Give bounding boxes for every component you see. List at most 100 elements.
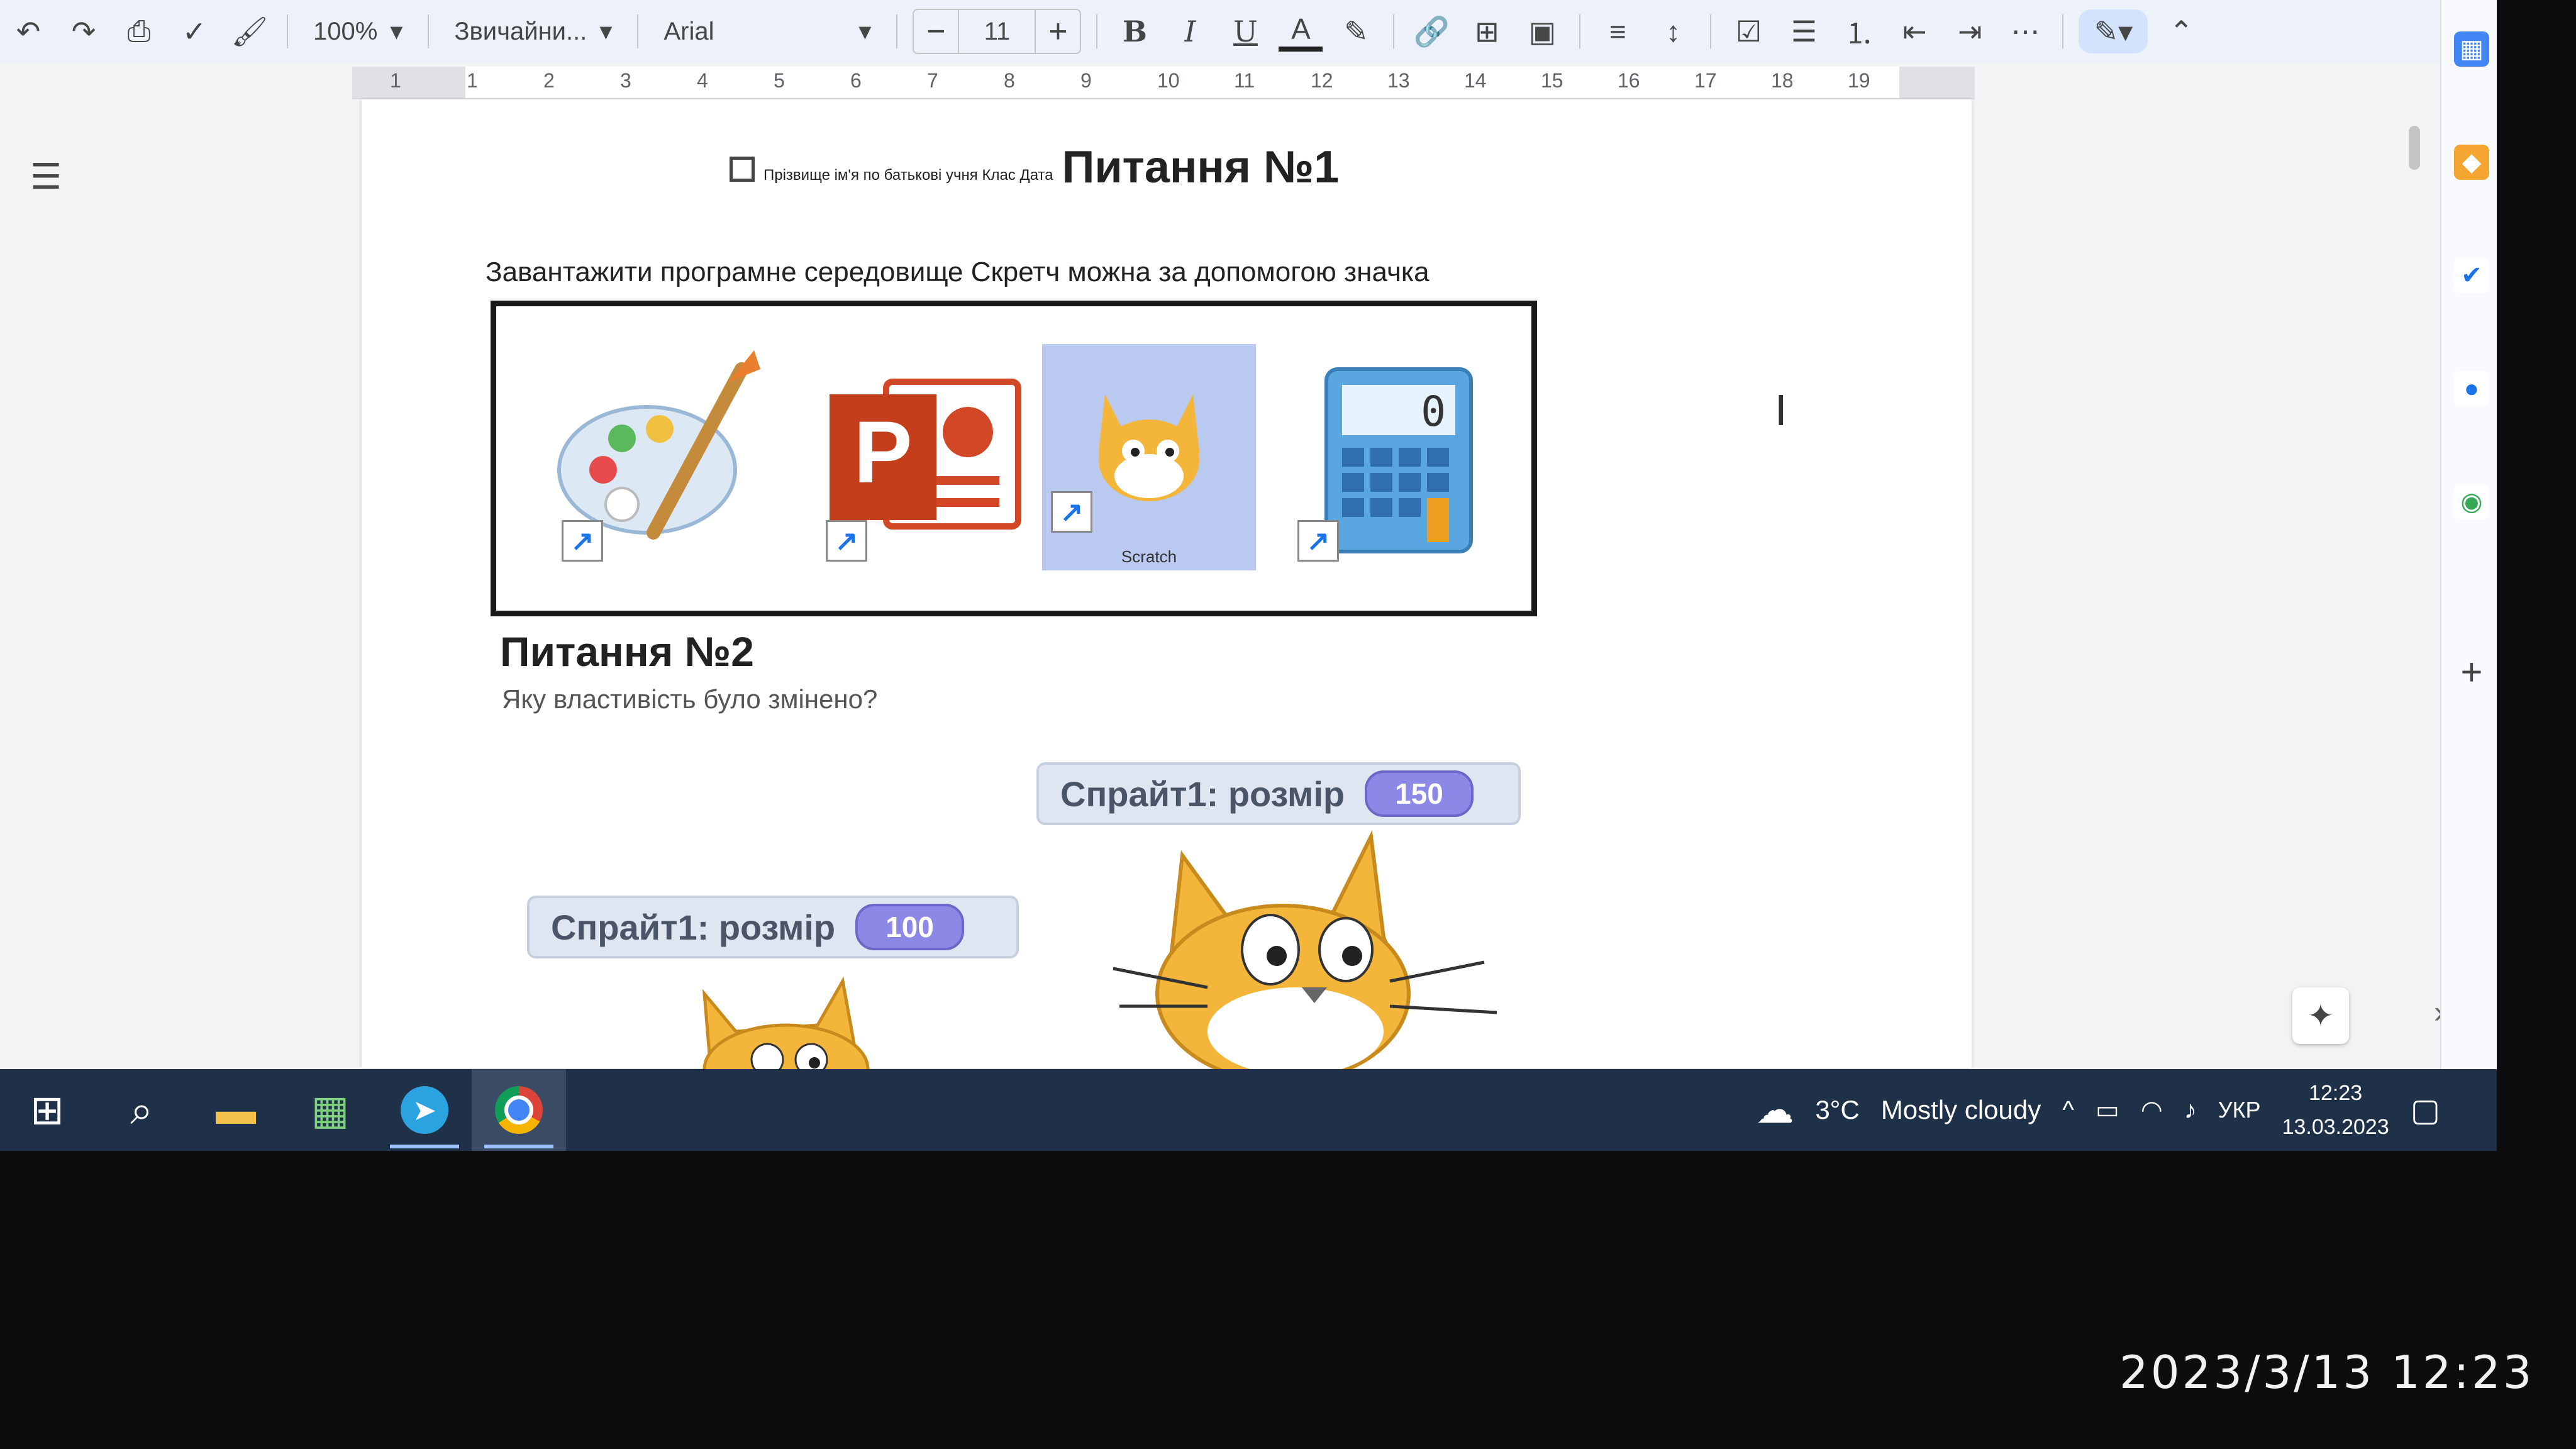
underline-button[interactable]: U bbox=[1223, 9, 1267, 53]
checklist-icon[interactable]: ☑ bbox=[1726, 9, 1770, 53]
undo-icon[interactable]: ↶ bbox=[6, 9, 50, 53]
text-color-button[interactable]: A bbox=[1279, 11, 1323, 52]
system-tray: ☁ 3°C Mostly cloudy ^ ▭ ◠ ♪ УКР 12:23 13… bbox=[1756, 1069, 2440, 1151]
sprite-size-block-small: Спрайт1: розмір 100 bbox=[527, 896, 1019, 958]
weather-icon[interactable]: ☁ bbox=[1756, 1088, 1794, 1132]
ruler-number: 19 bbox=[1848, 69, 1870, 92]
toolbar-divider bbox=[896, 14, 898, 48]
telegram-icon[interactable]: ➤ bbox=[377, 1069, 472, 1151]
sprite-label: Спрайт1: розмір bbox=[1060, 774, 1345, 814]
clock-time: 12:23 bbox=[2309, 1081, 2363, 1105]
editing-mode-icon[interactable]: ✎▾ bbox=[2079, 9, 2148, 53]
clock[interactable]: 12:23 13.03.2023 bbox=[2282, 1076, 2389, 1144]
weather-temp[interactable]: 3°C bbox=[1815, 1095, 1860, 1125]
bold-button[interactable]: B bbox=[1113, 9, 1157, 53]
calculator-app-icon[interactable]: 0 ↗ bbox=[1289, 344, 1502, 570]
align-icon[interactable]: ≡ bbox=[1596, 9, 1640, 53]
sprite-size-value: 100 bbox=[855, 904, 964, 950]
redo-icon[interactable]: ↷ bbox=[62, 9, 106, 53]
maps-icon[interactable]: ◉ bbox=[2454, 484, 2489, 519]
bulleted-list-icon[interactable]: ☰ bbox=[1782, 9, 1826, 53]
ruler-number: 2 bbox=[543, 69, 555, 92]
numbered-list-icon[interactable]: ⒈ bbox=[1837, 9, 1881, 53]
toolbar-divider bbox=[428, 14, 430, 48]
shortcut-arrow-icon: ↗ bbox=[1051, 491, 1092, 533]
shortcut-arrow-icon: ↗ bbox=[1297, 520, 1339, 562]
zoom-select[interactable]: 100% ▾ bbox=[303, 17, 413, 46]
ruler-number: 8 bbox=[1004, 69, 1015, 92]
link-icon[interactable]: 🔗 bbox=[1409, 9, 1453, 53]
wifi-icon[interactable]: ◠ bbox=[2141, 1096, 2163, 1124]
start-button[interactable]: ⊞ bbox=[0, 1069, 94, 1151]
font-size-input[interactable]: 11 bbox=[958, 10, 1036, 53]
explore-icon[interactable]: ✦ bbox=[2292, 987, 2349, 1044]
chevron-down-icon: ▾ bbox=[390, 18, 403, 45]
font-size-stepper: − 11 + bbox=[913, 9, 1082, 54]
powerpoint-app-icon[interactable]: P ↗ bbox=[817, 344, 1031, 570]
input-language[interactable]: УКР bbox=[2218, 1097, 2261, 1123]
search-icon[interactable]: ⌕ bbox=[94, 1069, 189, 1151]
scratch-cat-small bbox=[702, 976, 870, 1069]
microsoft-store-icon[interactable]: ▦ bbox=[283, 1069, 377, 1151]
chevron-down-icon: ▾ bbox=[858, 18, 872, 45]
font-value: Arial bbox=[663, 17, 714, 45]
ruler-number: 1 bbox=[467, 69, 478, 92]
ruler-margin bbox=[1899, 67, 1975, 98]
answer-icons-box[interactable]: ↗ P ↗ ↗ Scratch 0 ↗ bbox=[491, 301, 1537, 616]
checkbox[interactable] bbox=[730, 157, 755, 182]
line-spacing-icon[interactable]: ↕ bbox=[1651, 9, 1695, 53]
notifications-icon[interactable]: ▢ bbox=[2411, 1092, 2440, 1128]
show-hidden-icons-icon[interactable]: ^ bbox=[2062, 1096, 2074, 1124]
spellcheck-icon[interactable]: ✓ bbox=[172, 9, 216, 53]
ruler-number: 15 bbox=[1541, 69, 1563, 92]
insert-image-icon[interactable]: ▣ bbox=[1520, 9, 1564, 53]
highlight-icon[interactable]: ✎ bbox=[1334, 9, 1378, 53]
ruler-number: 17 bbox=[1694, 69, 1717, 92]
more-options-icon[interactable]: ⋯ bbox=[2003, 9, 2047, 53]
toolbar-divider bbox=[2062, 14, 2064, 48]
ruler-number: 7 bbox=[927, 69, 938, 92]
file-explorer-icon[interactable]: ▬ bbox=[189, 1069, 283, 1151]
ruler-number: 5 bbox=[774, 69, 785, 92]
chevron-down-icon: ▾ bbox=[599, 18, 613, 45]
paint-app-icon[interactable]: ↗ bbox=[553, 344, 767, 570]
ruler-number: 13 bbox=[1387, 69, 1410, 92]
scratch-cat-large bbox=[1113, 830, 1497, 1069]
scratch-app-icon[interactable]: ↗ Scratch bbox=[1042, 344, 1256, 570]
increase-font-size-button[interactable]: + bbox=[1036, 10, 1080, 53]
tasks-icon[interactable]: ✔ bbox=[2454, 258, 2489, 293]
add-comment-icon[interactable]: ⊞ bbox=[1465, 9, 1509, 53]
font-select[interactable]: Arial ▾ bbox=[653, 17, 881, 46]
keep-icon[interactable]: ◆ bbox=[2454, 145, 2489, 180]
ruler-number: 18 bbox=[1771, 69, 1794, 92]
weather-condition[interactable]: Mostly cloudy bbox=[1881, 1095, 2041, 1125]
contacts-icon[interactable]: ● bbox=[2454, 371, 2489, 406]
calendar-icon[interactable]: ▦ bbox=[2454, 31, 2489, 67]
toolbar-divider bbox=[1710, 14, 1712, 48]
collapse-toolbar-icon[interactable]: ⌃ bbox=[2159, 9, 2203, 53]
side-panel: ▦ ◆ ✔ ● ◉ + bbox=[2440, 0, 2497, 1069]
scrollbar[interactable] bbox=[2409, 126, 2420, 170]
question-1-title: Питання №1 bbox=[1062, 142, 1340, 192]
document-outline-icon[interactable]: ☰ bbox=[30, 156, 68, 196]
decrease-indent-icon[interactable]: ⇤ bbox=[1892, 9, 1936, 53]
paint-format-icon[interactable]: 🖌 bbox=[228, 9, 272, 53]
battery-icon[interactable]: ▭ bbox=[2096, 1096, 2119, 1124]
chrome-icon[interactable] bbox=[472, 1069, 566, 1151]
question-1-text: Завантажити програмне середовище Скретч … bbox=[486, 257, 1430, 287]
scratch-caption: Scratch bbox=[1121, 547, 1177, 566]
print-icon[interactable]: ⎙ bbox=[117, 9, 161, 53]
ruler-number: 10 bbox=[1157, 69, 1180, 92]
zoom-value: 100% bbox=[313, 17, 378, 45]
add-addon-icon[interactable]: + bbox=[2454, 651, 2489, 693]
ruler-number: 3 bbox=[620, 69, 631, 92]
increase-indent-icon[interactable]: ⇥ bbox=[1948, 9, 1992, 53]
decrease-font-size-button[interactable]: − bbox=[914, 10, 958, 53]
style-select[interactable]: Звичайни... ▾ bbox=[444, 17, 622, 46]
question-2-title: Питання №2 bbox=[500, 628, 754, 675]
volume-icon[interactable]: ♪ bbox=[2184, 1096, 2197, 1124]
toolbar-divider bbox=[287, 14, 288, 48]
ruler-number: 4 bbox=[697, 69, 708, 92]
italic-button[interactable]: I bbox=[1168, 9, 1212, 53]
question-2-text: Яку властивість було змінено? bbox=[502, 684, 878, 714]
